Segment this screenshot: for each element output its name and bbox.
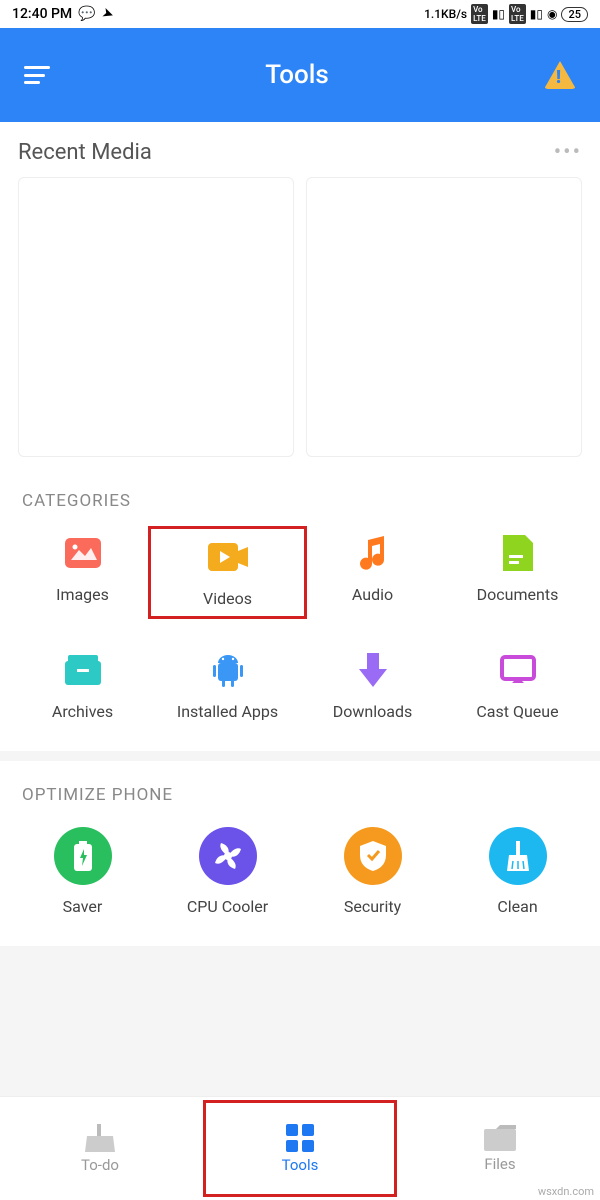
optimize-cpu-cooler[interactable]: CPU Cooler	[155, 827, 300, 916]
recent-media-title: Recent Media	[18, 140, 152, 165]
chat-icon: 💬	[78, 6, 95, 22]
volte-icon-1: VoLTE	[471, 4, 488, 24]
optimize-security[interactable]: Security	[300, 827, 445, 916]
category-label: Videos	[203, 589, 252, 608]
optimize-label: Clean	[497, 897, 537, 916]
optimize-saver[interactable]: Saver	[10, 827, 155, 916]
cast-icon	[498, 650, 538, 690]
send-icon: ➤	[99, 4, 115, 23]
optimize-label: Security	[344, 897, 401, 916]
nav-label: Tools	[282, 1156, 319, 1174]
status-time: 12:40 PM	[12, 6, 72, 22]
folder-icon	[484, 1125, 516, 1151]
nav-todo[interactable]: To-do	[0, 1097, 200, 1200]
category-audio[interactable]: Audio	[300, 533, 445, 612]
android-icon	[208, 650, 248, 690]
category-cast-queue[interactable]: Cast Queue	[445, 650, 590, 721]
todo-icon	[85, 1124, 115, 1152]
images-icon	[63, 533, 103, 573]
app-bar: Tools	[0, 28, 600, 122]
optimize-clean[interactable]: Clean	[445, 827, 590, 916]
status-bar: 12:40 PM 💬 ➤ 1.1KB/s VoLTE ▮▯ VoLTE ▮▯ ◉…	[0, 0, 600, 28]
category-label: Installed Apps	[177, 702, 278, 721]
nav-label: To-do	[81, 1156, 119, 1174]
documents-icon	[498, 533, 538, 573]
wifi-icon: ◉	[547, 7, 557, 21]
signal-icon-2: ▮▯	[530, 7, 543, 21]
category-documents[interactable]: Documents	[445, 533, 590, 612]
optimize-section: OPTIMIZE PHONE Saver CPU Cooler Security…	[0, 761, 600, 946]
broom-icon	[489, 827, 547, 885]
menu-icon[interactable]	[24, 66, 50, 84]
nav-label: Files	[484, 1155, 515, 1173]
nav-tools[interactable]: Tools	[200, 1097, 400, 1200]
media-card[interactable]	[18, 177, 294, 457]
tools-icon	[286, 1124, 314, 1152]
net-speed: 1.1KB/s	[424, 7, 467, 21]
category-archives[interactable]: Archives	[10, 650, 155, 721]
archives-icon	[63, 650, 103, 690]
category-videos[interactable]: Videos	[155, 533, 300, 612]
optimize-label: CPU Cooler	[187, 897, 268, 916]
bottom-nav: To-do Tools Files	[0, 1096, 600, 1200]
audio-icon	[353, 533, 393, 573]
watermark: wsxdn.com	[538, 1185, 594, 1198]
fan-icon	[199, 827, 257, 885]
category-label: Cast Queue	[476, 702, 558, 721]
page-title: Tools	[265, 60, 329, 90]
categories-title: CATEGORIES	[22, 491, 590, 511]
download-icon	[353, 650, 393, 690]
category-label: Downloads	[333, 702, 412, 721]
category-label: Images	[56, 585, 109, 604]
battery-indicator: 25	[561, 7, 588, 22]
shield-icon	[344, 827, 402, 885]
category-label: Documents	[477, 585, 559, 604]
battery-icon	[54, 827, 112, 885]
more-icon[interactable]: •••	[554, 140, 582, 165]
signal-icon-1: ▮▯	[492, 7, 505, 21]
category-images[interactable]: Images	[10, 533, 155, 612]
warning-icon[interactable]	[544, 61, 576, 89]
media-card[interactable]	[306, 177, 582, 457]
category-label: Audio	[352, 585, 393, 604]
optimize-title: OPTIMIZE PHONE	[22, 785, 590, 805]
recent-media-section: Recent Media •••	[0, 122, 600, 467]
videos-icon	[208, 537, 248, 577]
categories-section: CATEGORIES Images Videos Audio Documents	[0, 467, 600, 751]
category-installed-apps[interactable]: Installed Apps	[155, 650, 300, 721]
optimize-label: Saver	[63, 897, 103, 916]
volte-icon-2: VoLTE	[509, 4, 526, 24]
category-downloads[interactable]: Downloads	[300, 650, 445, 721]
category-label: Archives	[52, 702, 113, 721]
